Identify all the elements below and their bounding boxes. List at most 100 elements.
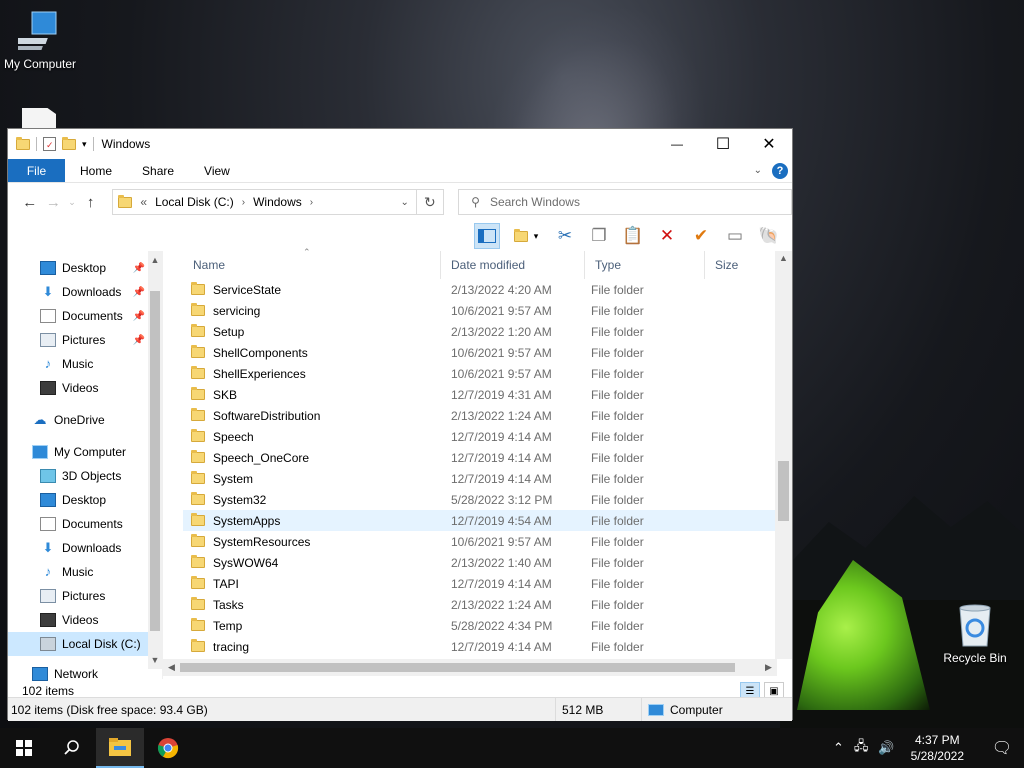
clock[interactable]: 4:37 PM 5/28/2022 (905, 732, 970, 764)
minimize-button[interactable]: — (654, 129, 700, 159)
file-date: 12/7/2019 4:14 AM (451, 429, 552, 444)
table-row[interactable]: Temp 5/28/2022 4:34 PM File folder (183, 615, 778, 636)
expand-ribbon-icon[interactable]: ⌄ (754, 165, 762, 176)
chevron-down-icon[interactable]: ▾ (82, 139, 87, 150)
scroll-down-icon[interactable]: ▼ (148, 655, 162, 665)
rename-check-icon[interactable]: ✔ (688, 223, 714, 249)
column-header-type[interactable]: Type (585, 251, 705, 279)
table-row[interactable]: System32 5/28/2022 3:12 PM File folder (183, 489, 778, 510)
scroll-up-icon[interactable]: ▲ (148, 255, 162, 265)
refresh-button[interactable]: ↻ (416, 189, 445, 215)
column-header-name[interactable]: Name ⌃ (183, 247, 441, 279)
notifications-icon[interactable]: 🗨 (980, 738, 1024, 758)
table-row[interactable]: ServiceState 2/13/2022 4:20 AM File folder (183, 279, 778, 300)
column-header-size[interactable]: Size (705, 251, 768, 279)
folder-icon (191, 534, 205, 547)
delete-icon[interactable]: ✕ (654, 223, 680, 249)
nav-scrollbar[interactable]: ▲ ▼ (148, 251, 162, 669)
desktop-icon-recycle-bin[interactable]: Recycle Bin (935, 602, 1015, 665)
table-row[interactable]: Speech_OneCore 12/7/2019 4:14 AM File fold… (183, 447, 778, 468)
desktop-file-icon[interactable] (22, 108, 56, 128)
tab-home[interactable]: Home (65, 159, 127, 182)
back-button[interactable]: ← (18, 194, 42, 211)
file-list-horizontal-scrollbar[interactable]: ◀ ▶ (163, 659, 777, 676)
help-button[interactable]: ? (772, 162, 788, 179)
start-button[interactable] (0, 728, 48, 768)
tab-file[interactable]: File (8, 159, 65, 182)
nav-item[interactable]: ☁ OneDrive (8, 408, 149, 432)
properties-icon[interactable]: ▾ (508, 223, 544, 249)
overflow-crumb[interactable]: « (140, 195, 147, 209)
close-button[interactable]: ✕ (746, 129, 792, 159)
recent-locations-icon[interactable]: ⌄ (65, 197, 79, 208)
forward-button[interactable]: → (42, 194, 66, 211)
table-row[interactable]: SysWOW64 2/13/2022 1:40 AM File folder (183, 552, 778, 573)
breadcrumb-local-disk[interactable]: Local Disk (C:) (155, 195, 234, 209)
desktop-icon-my-computer[interactable]: My Computer (0, 10, 80, 71)
preview-pane-icon[interactable] (474, 223, 500, 249)
chevron-up-icon[interactable]: ⌃ (833, 740, 844, 756)
maximize-button[interactable]: ☐ (700, 129, 746, 159)
table-row[interactable]: Tasks 2/13/2022 1:24 AM File folder (183, 594, 778, 615)
chevron-down-icon[interactable]: ⌄ (394, 197, 416, 208)
table-row[interactable]: TAPI 12/7/2019 4:14 AM File folder (183, 573, 778, 594)
properties-icon[interactable]: ✓ (43, 137, 56, 151)
nav-item[interactable]: Documents (8, 512, 149, 536)
nav-item[interactable]: Desktop 📌 (8, 256, 149, 280)
table-row[interactable]: SystemApps 12/7/2019 4:54 AM File folder (183, 510, 778, 531)
nav-item[interactable]: 3D Objects (8, 464, 149, 488)
nav-item-label: Downloads (62, 285, 122, 299)
network-icon[interactable]: 🖧 (854, 737, 869, 759)
scrollbar-thumb[interactable] (150, 291, 160, 631)
table-row[interactable]: System 12/7/2019 4:14 AM File folder (183, 468, 778, 489)
scroll-up-icon[interactable]: ▲ (775, 253, 792, 263)
table-row[interactable]: Setup 2/13/2022 1:20 AM File folder (183, 321, 778, 342)
table-row[interactable]: ShellExperiences 10/6/2021 9:57 AM File fo… (183, 363, 778, 384)
nav-item[interactable]: ♪ Music (8, 352, 149, 376)
table-row[interactable]: SoftwareDistribution 2/13/2022 1:24 AM Fil… (183, 405, 778, 426)
nav-item[interactable]: My Computer (8, 440, 149, 464)
nav-item[interactable]: ⬇ Downloads 📌 (8, 280, 149, 304)
taskbar-file-explorer[interactable] (96, 728, 144, 768)
nav-item[interactable]: Local Disk (C:) (8, 632, 149, 656)
breadcrumb-windows[interactable]: Windows (253, 195, 302, 209)
rename-icon[interactable]: ▭ (722, 223, 748, 249)
column-header-date[interactable]: Date modified (441, 251, 585, 279)
chevron-right-icon[interactable]: › (310, 197, 313, 208)
nav-item[interactable]: ♪ Music (8, 560, 149, 584)
table-row[interactable]: SystemResources 10/6/2021 9:57 AM File fol… (183, 531, 778, 552)
table-row[interactable]: tracing 12/7/2019 4:14 AM File folder (183, 636, 778, 657)
title-bar[interactable]: ✓ ▾ Windows — ☐ ✕ (8, 129, 792, 159)
scrollbar-thumb[interactable] (180, 663, 735, 672)
nav-item[interactable]: ⬇ Downloads (8, 536, 149, 560)
table-row[interactable]: SKB 12/7/2019 4:31 AM File folder (183, 384, 778, 405)
table-row[interactable]: servicing 10/6/2021 9:57 AM File folder (183, 300, 778, 321)
chevron-right-icon[interactable]: › (242, 197, 245, 208)
volume-icon[interactable]: 🔊 (878, 740, 894, 756)
taskbar-chrome[interactable] (144, 728, 192, 768)
cut-icon[interactable]: ✂ (552, 223, 578, 249)
nav-item[interactable]: Documents 📌 (8, 304, 149, 328)
up-button[interactable]: ↑ (79, 194, 103, 211)
nav-item[interactable]: Pictures 📌 (8, 328, 149, 352)
table-row[interactable]: Speech 12/7/2019 4:14 AM File folder (183, 426, 778, 447)
file-list-vertical-scrollbar[interactable]: ▲ (775, 251, 792, 659)
address-bar[interactable]: « Local Disk (C:) › Windows › ⌄ (112, 189, 417, 215)
search-button[interactable] (48, 728, 96, 768)
scroll-right-icon[interactable]: ▶ (760, 662, 777, 673)
paste-icon[interactable]: 📋 (620, 223, 646, 249)
new-folder-icon[interactable] (62, 136, 76, 150)
videos-icon (40, 613, 56, 627)
scroll-left-icon[interactable]: ◀ (163, 662, 180, 673)
copy-icon[interactable]: ❐ (586, 223, 612, 249)
tab-share[interactable]: Share (127, 159, 189, 182)
nav-item[interactable]: Videos (8, 608, 149, 632)
table-row[interactable]: ShellComponents 10/6/2021 9:57 AM File fol… (183, 342, 778, 363)
scrollbar-thumb[interactable] (778, 461, 789, 521)
search-box[interactable]: ⚲ Search Windows (458, 189, 792, 215)
tab-view[interactable]: View (189, 159, 245, 182)
nav-item[interactable]: Pictures (8, 584, 149, 608)
nav-item[interactable]: Videos (8, 376, 149, 400)
nav-item[interactable]: Desktop (8, 488, 149, 512)
shell-icon[interactable]: 🐚 (756, 223, 782, 249)
